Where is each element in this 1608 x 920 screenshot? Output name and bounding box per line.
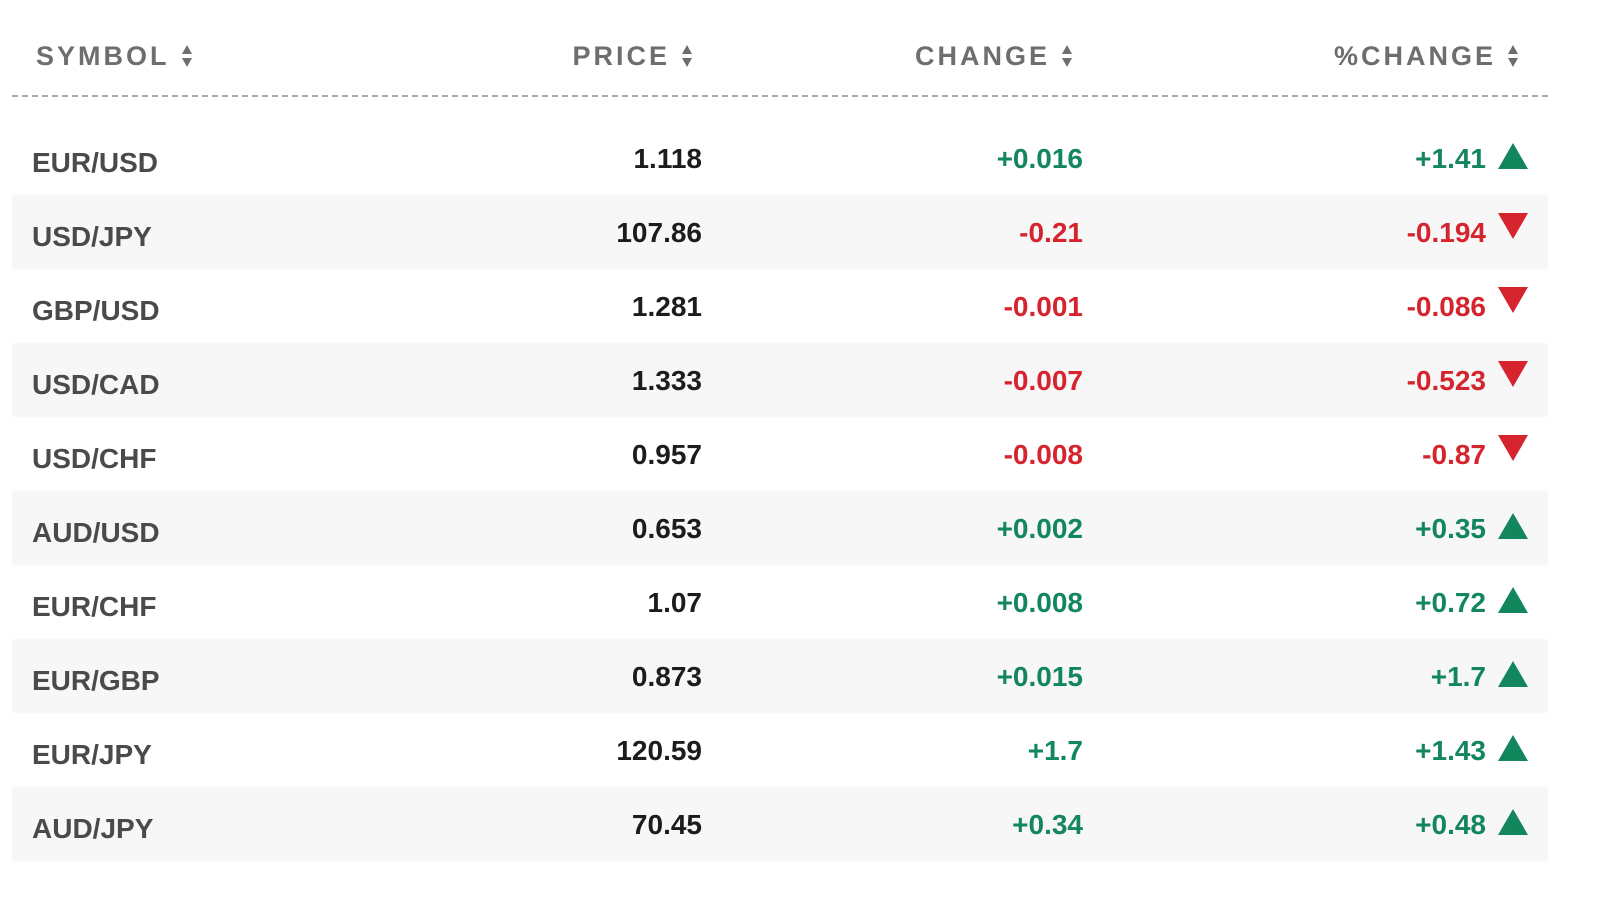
price-value: 0.957 (631, 439, 702, 470)
column-header-change[interactable]: CHANGE (915, 36, 1072, 76)
pct-change-value: +1.43 (1415, 735, 1486, 766)
sort-updown-icon[interactable] (682, 45, 692, 67)
table-row[interactable]: EUR/GBP 0.873 +0.015 +1.7 (12, 639, 1548, 713)
pct-change-value: -0.87 (1422, 439, 1486, 470)
change-value: +1.7 (1027, 735, 1083, 766)
sort-updown-icon[interactable] (181, 45, 192, 67)
change-value: +0.008 (996, 587, 1083, 618)
price-value: 107.86 (616, 217, 702, 248)
table-row[interactable]: AUD/USD 0.653 +0.002 +0.35 (12, 491, 1548, 565)
triangle-up-icon (1498, 513, 1528, 539)
pct-change-value: +0.35 (1415, 513, 1486, 544)
change-value: -0.21 (1019, 217, 1083, 248)
table-row[interactable]: EUR/CHF 1.07 +0.008 +0.72 (12, 565, 1548, 639)
change-value: +0.002 (996, 513, 1083, 544)
change-value: -0.007 (1003, 365, 1083, 396)
symbol-link[interactable]: EUR/CHF (32, 591, 156, 623)
price-value: 1.118 (633, 143, 702, 174)
pct-change-value: +1.41 (1415, 143, 1486, 174)
column-header-price[interactable]: PRICE (572, 36, 692, 76)
pct-change-value: +0.72 (1415, 587, 1486, 618)
table-row[interactable]: EUR/JPY 120.59 +1.7 +1.43 (12, 713, 1548, 787)
sort-updown-icon[interactable] (1508, 45, 1518, 67)
change-value: +0.34 (1012, 809, 1083, 840)
triangle-down-icon (1498, 213, 1528, 239)
table-header: SYMBOL PRICE CHANGE %CHANGE (12, 0, 1548, 97)
change-value: -0.001 (1003, 291, 1083, 322)
column-header-pct-change-label: %CHANGE (1333, 40, 1496, 71)
symbol-link[interactable]: EUR/GBP (32, 665, 160, 697)
price-value: 0.873 (631, 661, 702, 692)
pct-change-value: +0.48 (1415, 809, 1486, 840)
table-body: EUR/USD 1.118 +0.016 +1.41 USD/JPY 107.8… (12, 121, 1548, 861)
change-value: +0.015 (996, 661, 1083, 692)
symbol-link[interactable]: USD/CHF (32, 443, 156, 475)
table-row[interactable]: AUD/JPY 70.45 +0.34 +0.48 (12, 787, 1548, 861)
triangle-down-icon (1498, 287, 1528, 313)
triangle-up-icon (1498, 661, 1528, 687)
triangle-up-icon (1498, 587, 1528, 613)
symbol-link[interactable]: USD/JPY (32, 221, 152, 253)
column-header-symbol[interactable]: SYMBOL (36, 36, 192, 76)
triangle-up-icon (1498, 809, 1528, 835)
change-value: +0.016 (996, 143, 1083, 174)
price-value: 70.45 (631, 809, 702, 840)
sort-updown-icon[interactable] (1062, 45, 1072, 67)
column-header-change-label: CHANGE (914, 40, 1050, 71)
price-value: 120.59 (616, 735, 702, 766)
pct-change-value: +1.7 (1430, 661, 1486, 692)
table-row[interactable]: USD/JPY 107.86 -0.21 -0.194 (12, 195, 1548, 269)
price-value: 0.653 (631, 513, 702, 544)
symbol-link[interactable]: EUR/JPY (32, 739, 152, 771)
price-value: 1.07 (647, 587, 703, 618)
symbol-link[interactable]: AUD/JPY (32, 813, 153, 845)
price-value: 1.281 (631, 291, 702, 322)
pct-change-value: -0.194 (1406, 217, 1486, 248)
change-value: -0.008 (1003, 439, 1083, 470)
table-row[interactable]: EUR/USD 1.118 +0.016 +1.41 (12, 121, 1548, 195)
table-row[interactable]: GBP/USD 1.281 -0.001 -0.086 (12, 269, 1548, 343)
symbol-link[interactable]: GBP/USD (32, 295, 160, 327)
column-header-price-label: PRICE (572, 40, 670, 71)
table-row[interactable]: USD/CAD 1.333 -0.007 -0.523 (12, 343, 1548, 417)
price-value: 1.333 (631, 365, 702, 396)
column-header-pct-change[interactable]: %CHANGE (1334, 36, 1518, 76)
column-header-symbol-label: SYMBOL (36, 40, 170, 71)
pct-change-value: -0.523 (1406, 365, 1486, 396)
forex-quotes-table: SYMBOL PRICE CHANGE %CHANGE EUR/USD 1.11… (12, 0, 1548, 861)
triangle-down-icon (1498, 361, 1528, 387)
pct-change-value: -0.086 (1406, 291, 1486, 322)
triangle-up-icon (1498, 143, 1528, 169)
table-row[interactable]: USD/CHF 0.957 -0.008 -0.87 (12, 417, 1548, 491)
symbol-link[interactable]: EUR/USD (32, 147, 158, 179)
symbol-link[interactable]: USD/CAD (32, 369, 160, 401)
symbol-link[interactable]: AUD/USD (32, 517, 160, 549)
triangle-down-icon (1498, 435, 1528, 461)
triangle-up-icon (1498, 735, 1528, 761)
